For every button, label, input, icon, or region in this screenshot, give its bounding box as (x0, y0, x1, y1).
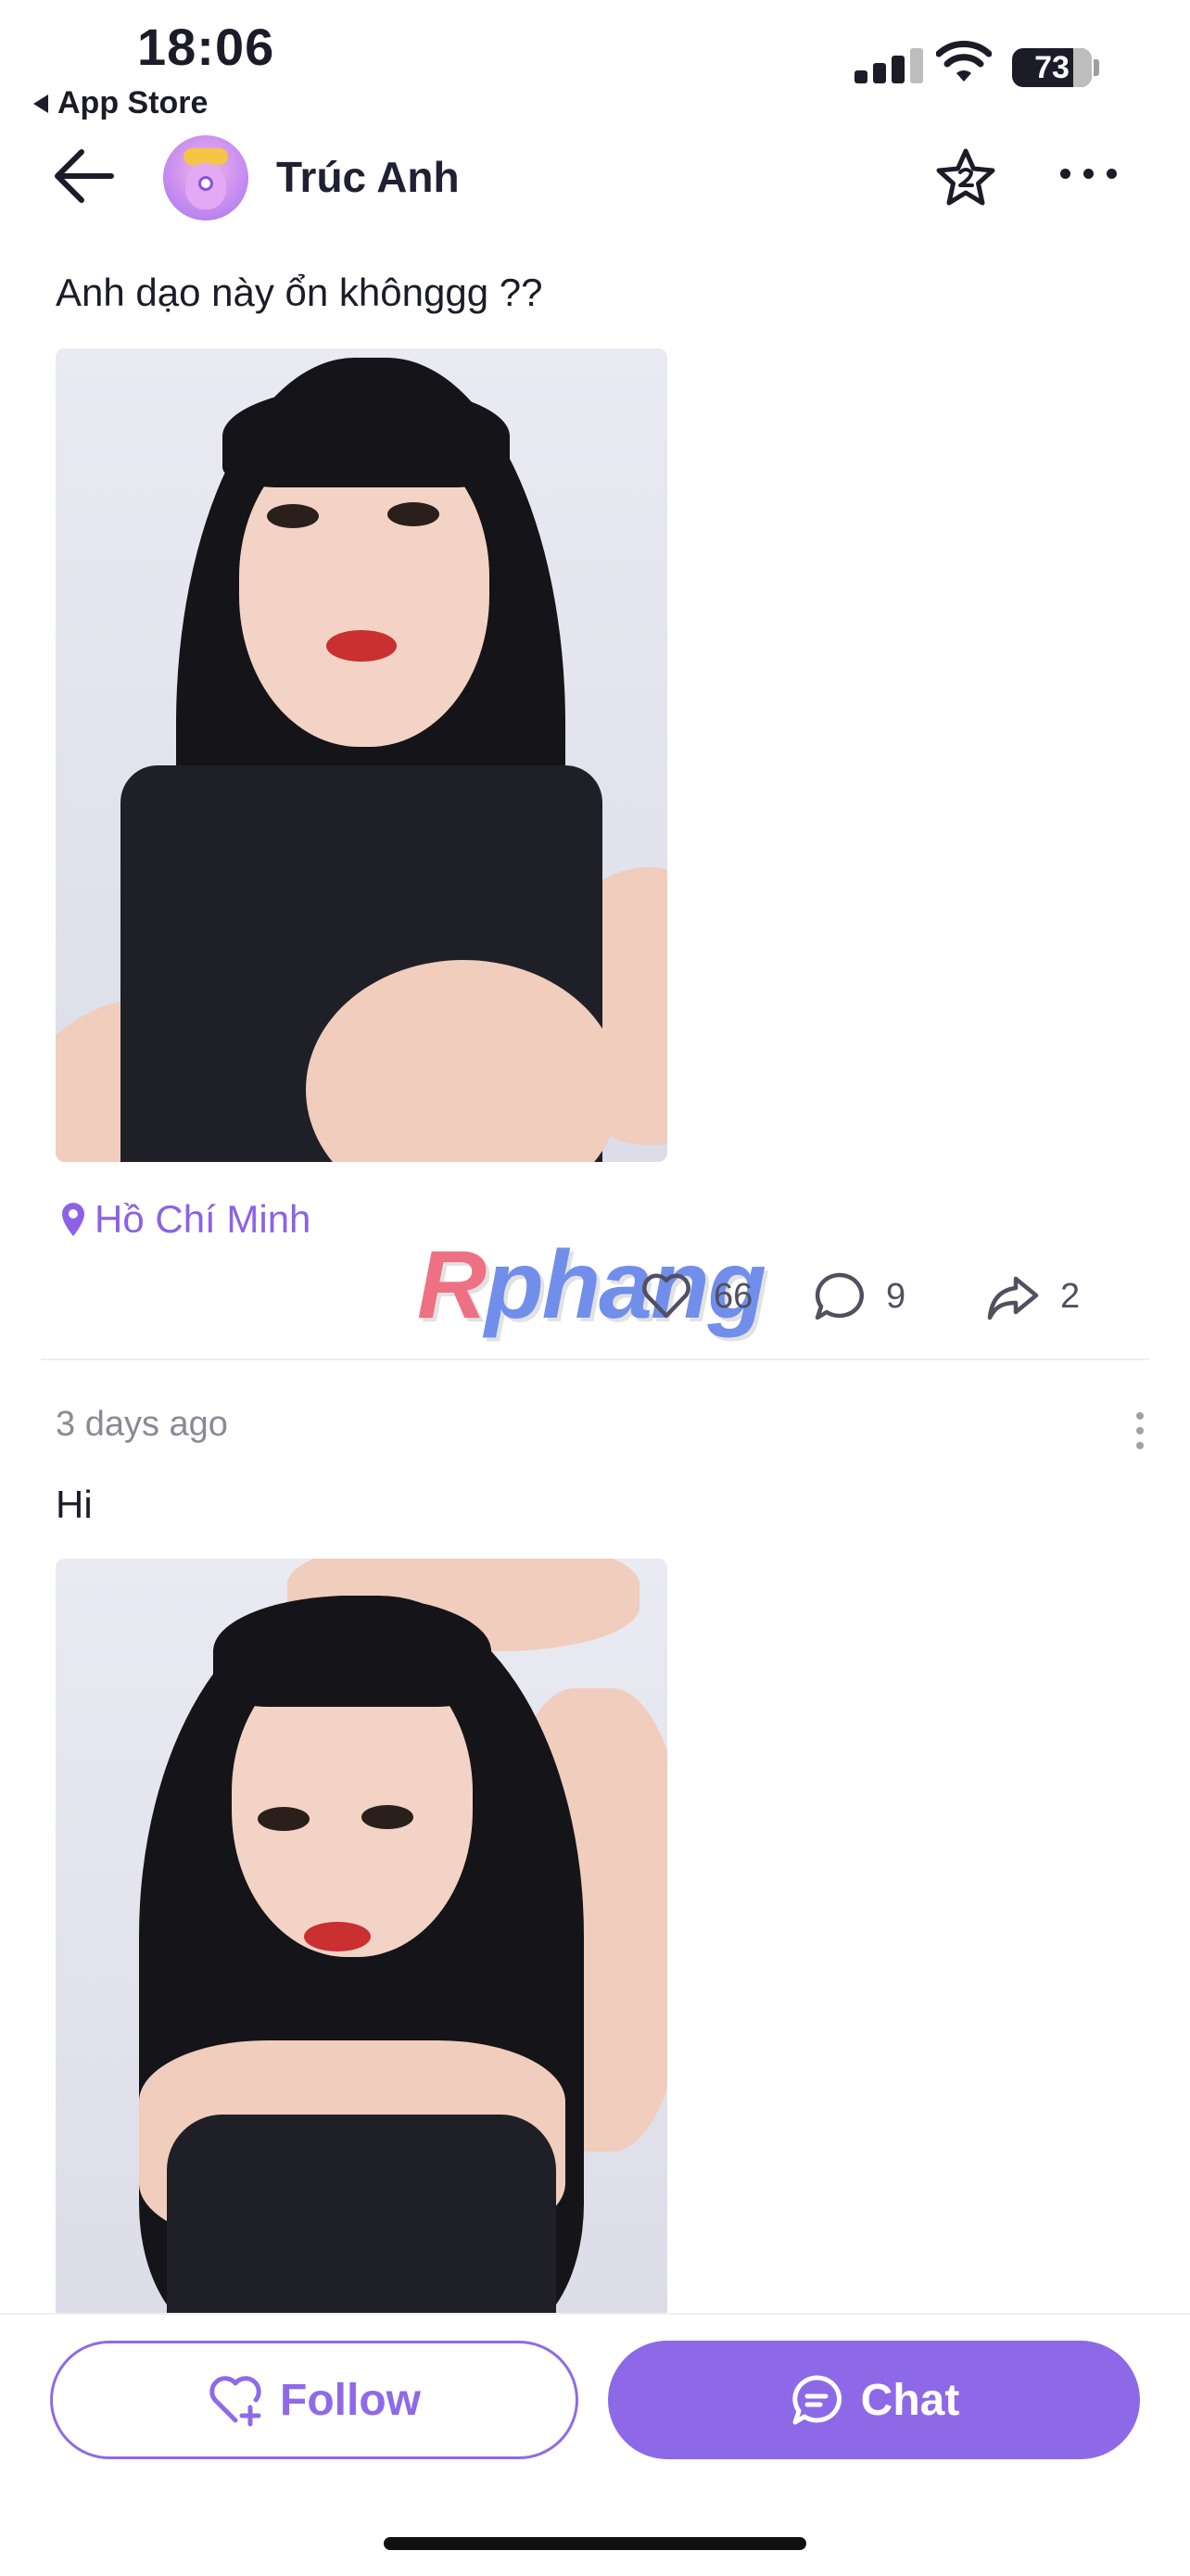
post-timestamp: 3 days ago (56, 1405, 228, 1444)
post-location[interactable]: Hồ Chí Minh (59, 1197, 310, 1242)
post-photo[interactable] (56, 348, 667, 1162)
comment-button[interactable]: 9 (812, 1269, 905, 1323)
share-count: 2 (1060, 1276, 1081, 1316)
back-to-app-store[interactable]: App Store (33, 85, 208, 121)
post-more-icon[interactable] (1136, 1412, 1144, 1449)
location-pin-icon (62, 1203, 84, 1236)
follow-button[interactable]: Follow (50, 2341, 578, 2459)
follow-label: Follow (280, 2375, 421, 2425)
status-time: 18:06 (137, 18, 275, 76)
profile-name[interactable]: Trúc Anh (276, 152, 460, 202)
avatar[interactable] (163, 135, 248, 221)
battery-level: 73 (1034, 49, 1070, 85)
home-indicator[interactable] (384, 2537, 806, 2550)
cellular-signal-icon (855, 48, 923, 83)
share-icon (987, 1276, 1039, 1320)
chat-bubble-icon (791, 2375, 842, 2425)
post-photo[interactable] (56, 1559, 667, 2313)
star-icon[interactable] (934, 146, 997, 209)
post-text: Anh dạo này ổn khônggg ?? (56, 271, 543, 314)
comment-icon (815, 1272, 865, 1320)
post-divider (41, 1358, 1149, 1360)
heart-plus-icon (209, 2376, 261, 2427)
post-text: Hi (56, 1483, 93, 1526)
back-app-label: App Store (57, 85, 209, 120)
post-actions: 66 (639, 1269, 753, 1323)
back-arrow-icon[interactable] (54, 148, 115, 204)
heart-icon (642, 1273, 690, 1319)
wifi-icon (936, 41, 992, 82)
battery-icon: 73 (1012, 48, 1092, 87)
location-label: Hồ Chí Minh (95, 1197, 311, 1241)
like-count: 66 (714, 1276, 753, 1316)
like-button[interactable]: 66 (639, 1269, 753, 1323)
comment-count: 9 (886, 1276, 906, 1316)
chat-label: Chat (860, 2375, 960, 2425)
chat-button[interactable]: Chat (608, 2341, 1140, 2459)
more-options-icon[interactable] (1060, 169, 1117, 179)
share-button[interactable]: 2 (986, 1269, 1080, 1323)
back-triangle-icon (33, 94, 48, 113)
